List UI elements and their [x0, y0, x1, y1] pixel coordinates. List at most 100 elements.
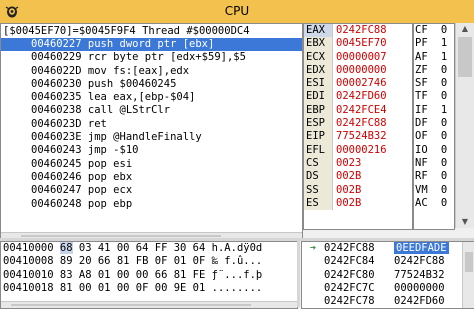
disassembly-row[interactable]: 00460248 pop ebp — [1, 198, 302, 211]
cpu-window: [$0045EF70]=$0045F9F4 Thread #$00000DC4 … — [0, 23, 474, 309]
flag-row[interactable]: ZF 0 — [414, 64, 454, 77]
flag-row[interactable]: VM 0 — [414, 184, 454, 197]
register-row[interactable]: CS 0023 — [304, 156, 412, 171]
dump-address: 00410008 — [3, 255, 54, 268]
stack-row[interactable]: 0242FC80 77524B32 — [302, 269, 474, 282]
flag-row[interactable]: AF 1 — [414, 51, 454, 64]
disassembly-pane[interactable]: [$0045EF70]=$0045F9F4 Thread #$00000DC4 … — [0, 23, 303, 240]
stack-marker — [302, 255, 324, 268]
stack-row[interactable]: 0242FC84 0242FC88 — [302, 255, 474, 268]
window-title: CPU — [224, 4, 250, 18]
stack-row[interactable]: 0242FC7C 00000000 — [302, 282, 474, 295]
register-value: 0045EF70 — [336, 37, 387, 50]
register-row[interactable]: ES 002B — [304, 196, 412, 211]
flag-row[interactable]: CF 0 — [414, 24, 454, 37]
flag-name: AC — [415, 196, 428, 209]
flag-row[interactable]: DF 0 — [414, 117, 454, 130]
dump-ascii: ƒ¨...f.þ — [211, 268, 263, 281]
disassembly-row[interactable]: 00460246 pop ebx — [1, 171, 302, 184]
dump-row[interactable]: 00410008 89 20 66 81 FB 0F 01 0F ‰ f.û..… — [1, 255, 297, 268]
register-row[interactable]: EDX 00000000 — [304, 63, 412, 78]
stack-address: 0242FC78 — [324, 295, 375, 308]
stack-value-cell: 0242FD60 — [392, 295, 445, 308]
dump-row[interactable]: 00410018 81 00 01 00 0F 00 9E 01 .......… — [1, 282, 297, 295]
flag-value: 0 — [440, 156, 448, 169]
instruction-text: 00460227 push dword ptr [ebx] — [31, 38, 215, 52]
dump-ascii: h.A.dÿ0d — [211, 242, 263, 254]
disassembly-row[interactable]: 00460227 push dword ptr [ebx] — [1, 38, 302, 52]
instruction-text: 00460243 jmp -$10 — [31, 144, 139, 157]
flag-name: AF — [415, 50, 428, 63]
stack-pane[interactable]: ➔ 0242FC88 0EEDFADE 0242FC84 0242FC88 0242FC8… — [301, 241, 474, 309]
disassembly-row[interactable]: 00460247 pop ecx — [1, 184, 302, 197]
disassembly-row[interactable]: 00460229 rcr byte ptr [edx+$59],$5 — [1, 51, 302, 64]
register-name: CS — [304, 156, 333, 171]
register-value: 00000000 — [336, 63, 387, 76]
dump-row[interactable]: 00410000 68 03 41 00 64 FF 30 64 h.A.dÿ0… — [1, 242, 297, 255]
instruction-text: 0046023D ret — [31, 117, 107, 130]
stack-vscrollbar[interactable] — [462, 242, 474, 308]
flag-row[interactable]: AC 0 — [414, 197, 454, 210]
flag-value: 0 — [440, 77, 448, 90]
flag-name: CF — [415, 24, 428, 36]
flag-row[interactable]: NF 0 — [414, 157, 454, 170]
stack-row[interactable]: 0242FC78 0242FD60 — [302, 295, 474, 308]
register-name: EBX — [304, 37, 333, 51]
scroll-up-icon[interactable]: ▲ — [456, 23, 474, 35]
register-value: 0023 — [336, 156, 362, 169]
stack-row[interactable]: ➔ 0242FC88 0EEDFADE — [302, 242, 474, 255]
stack-value-cell: 0EEDFADE — [392, 242, 449, 255]
flag-value: 1 — [440, 103, 448, 116]
vertical-splitter[interactable] — [297, 241, 300, 307]
disassembly-row[interactable]: 0046023E jmp @HandleFinally — [1, 131, 302, 144]
flag-row[interactable]: OF 0 — [414, 130, 454, 143]
register-name: ES — [304, 196, 333, 211]
flag-name: OF — [415, 130, 428, 143]
instruction-text: 00460230 push $00460245 — [31, 77, 177, 90]
register-row[interactable]: EBX 0045EF70 — [304, 37, 412, 51]
register-name: EDX — [304, 63, 333, 78]
disassembly-row[interactable]: 00460245 pop esi — [1, 158, 302, 171]
register-row[interactable]: ESI 00002746 — [304, 77, 412, 91]
register-row[interactable]: DS 002B — [304, 170, 412, 184]
disassembly-row[interactable]: 00460230 push $00460245 — [1, 78, 302, 91]
flag-value: 0 — [440, 90, 448, 103]
register-name: EAX — [304, 24, 333, 38]
dump-row[interactable]: 00410010 83 A8 01 00 00 66 81 FE ƒ¨...f.… — [1, 269, 297, 282]
flag-row[interactable]: IF 1 — [414, 104, 454, 117]
register-row[interactable]: EDI 0242FD60 — [304, 90, 412, 104]
disassembly-row[interactable]: 00460243 jmp -$10 — [1, 144, 302, 157]
register-row[interactable]: EIP 77524B32 — [304, 130, 412, 144]
instruction-text: 00460247 pop ecx — [31, 184, 133, 197]
register-row[interactable]: EFL 00000216 — [304, 143, 412, 157]
register-row[interactable]: EAX 0242FC88 — [304, 24, 412, 38]
flag-row[interactable]: IO 0 — [414, 144, 454, 157]
register-row[interactable]: EBP 0242FCE4 — [304, 103, 412, 118]
flag-name: SF — [415, 77, 428, 90]
flag-row[interactable]: TF 0 — [414, 90, 454, 103]
flag-row[interactable]: SF 0 — [414, 77, 454, 90]
flag-row[interactable]: RF 0 — [414, 170, 454, 183]
disassembly-row[interactable]: 0046022D mov fs:[eax],edx — [1, 65, 302, 78]
instruction-text: 00460245 pop esi — [31, 157, 133, 170]
dump-address: 00410000 — [3, 242, 54, 254]
dump-byte: 83 — [59, 268, 73, 281]
register-row[interactable]: SS 002B — [304, 183, 412, 197]
cpu-vscrollbar[interactable]: ▲ ▼ — [455, 23, 474, 228]
register-value: 00000007 — [336, 50, 387, 63]
disassembly-row[interactable]: 00460235 lea eax,[ebp-$04] — [1, 91, 302, 104]
flag-row[interactable]: PF 1 — [414, 37, 454, 50]
dump-address: 00410010 — [3, 268, 54, 281]
register-row[interactable]: ECX 00000007 — [304, 50, 412, 64]
flags-pane[interactable]: CF 0 PF 1 AF 1 ZF 0 SF 0 TF 0 IF 1 DF 0 OF 0 IO 0 NF 0 RF 0 VM 0 A… — [413, 23, 455, 230]
scroll-down-icon[interactable]: ▼ — [456, 216, 474, 228]
instruction-text: 00460238 call @LStrClr — [31, 104, 171, 117]
register-row[interactable]: ESP 0242FC88 — [304, 117, 412, 131]
registers-pane[interactable]: EAX 0242FC88 EBX 0045EF70 ECX 00000007 EDX 0000… — [303, 23, 413, 230]
register-name: ESI — [304, 77, 333, 91]
memory-dump-pane[interactable]: 00410000 68 03 41 00 64 FF 30 64 h.A.dÿ0… — [0, 241, 298, 309]
disassembly-row[interactable]: 0046023D ret — [1, 118, 302, 131]
register-name: EDI — [304, 90, 333, 104]
titlebar[interactable]: CPU — [0, 0, 474, 24]
disassembly-row[interactable]: 00460238 call @LStrClr — [1, 104, 302, 117]
